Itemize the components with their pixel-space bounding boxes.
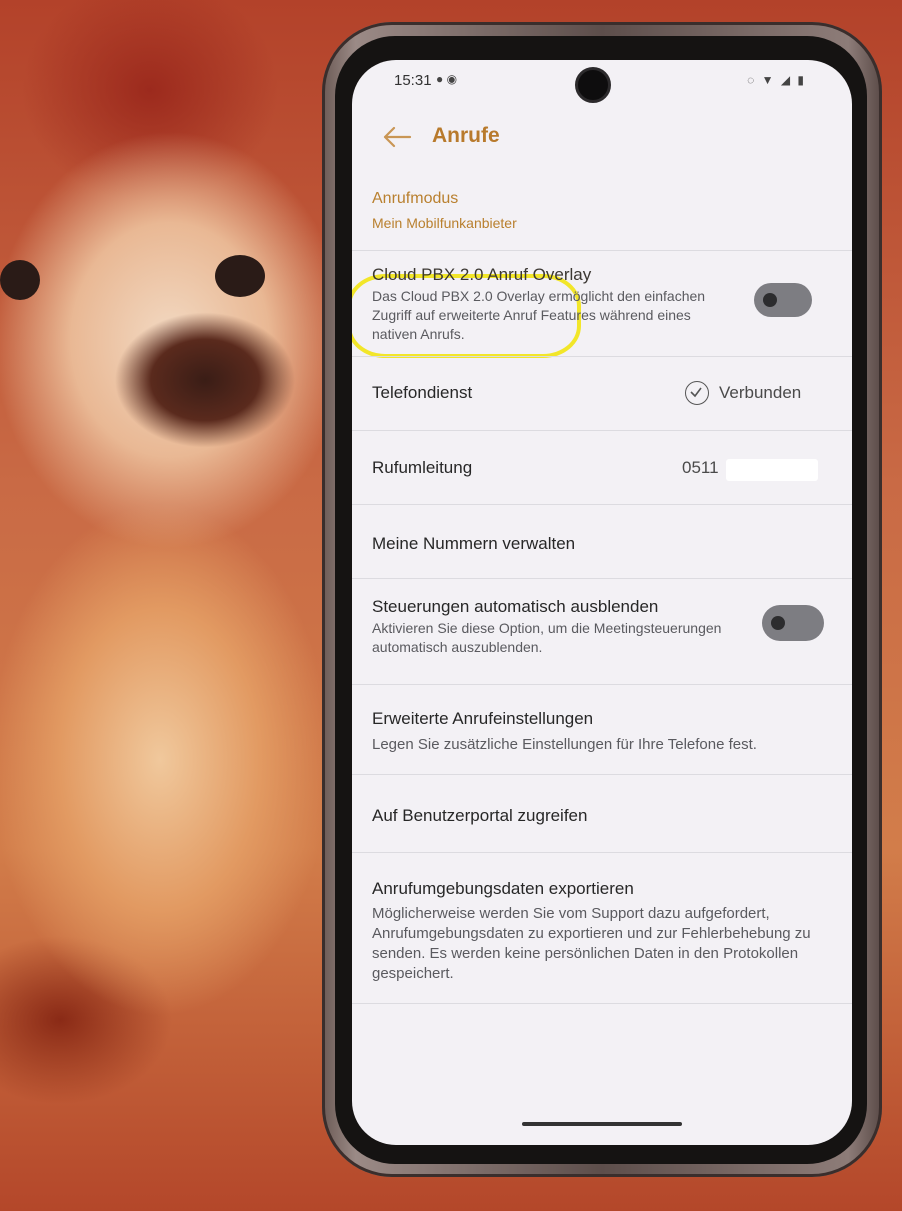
setting-overlay[interactable]: Cloud PBX 2.0 Anruf Overlay Das Cloud PB… bbox=[352, 251, 852, 357]
setting-portal[interactable]: Auf Benutzerportal zugreifen bbox=[352, 775, 852, 853]
setting-phone-service[interactable]: Telefondienst Verbunden bbox=[352, 357, 852, 431]
system-status-icons: ◌ ▼ ◢ ▮ bbox=[747, 73, 806, 87]
battery-icon: ▮ bbox=[797, 73, 806, 87]
setting-advanced[interactable]: Erweiterte Anrufeinstellungen Legen Sie … bbox=[352, 685, 852, 775]
call-mode-title: Anrufmodus bbox=[372, 190, 459, 207]
auto-hide-title: Steuerungen automatisch ausblenden bbox=[372, 597, 659, 616]
signal-icon: ◢ bbox=[780, 73, 793, 87]
setting-auto-hide[interactable]: Steuerungen automatisch ausblenden Aktiv… bbox=[352, 579, 852, 685]
page-title: Anrufe bbox=[432, 124, 500, 147]
auto-hide-toggle[interactable] bbox=[762, 605, 824, 641]
auto-hide-description: Aktivieren Sie diese Option, um die Meet… bbox=[372, 620, 722, 655]
dog-eye-right bbox=[215, 255, 265, 297]
overlay-description: Das Cloud PBX 2.0 Overlay ermöglicht den… bbox=[372, 288, 706, 342]
redaction-block bbox=[726, 459, 818, 481]
portal-title: Auf Benutzerportal zugreifen bbox=[372, 806, 588, 825]
setting-forwarding[interactable]: Rufumleitung 0511 bbox=[352, 431, 852, 505]
check-circle-icon bbox=[685, 381, 709, 405]
export-title: Anrufumgebungsdaten exportieren bbox=[372, 879, 634, 898]
front-camera bbox=[575, 67, 611, 103]
forwarding-number: 0511 bbox=[682, 458, 719, 477]
forwarding-title: Rufumleitung bbox=[372, 458, 473, 477]
status-time: 15:31 bbox=[394, 72, 432, 89]
export-description: Möglicherweise werden Sie vom Support da… bbox=[372, 905, 811, 982]
phone-service-title: Telefondienst bbox=[372, 383, 473, 402]
manage-numbers-title: Meine Nummern verwalten bbox=[372, 534, 576, 553]
call-mode-value: Mein Mobilfunkanbieter bbox=[372, 215, 517, 231]
setting-manage-numbers[interactable]: Meine Nummern verwalten bbox=[352, 505, 852, 579]
notification-icons: ● ◉ bbox=[436, 72, 458, 86]
phone-screen: 15:31 ● ◉ ◌ ▼ ◢ ▮ Anrufe Anrufmodus Mein… bbox=[352, 60, 852, 1145]
gesture-bar[interactable] bbox=[522, 1122, 682, 1126]
setting-call-mode[interactable]: Anrufmodus Mein Mobilfunkanbieter bbox=[352, 170, 852, 358]
phone-service-status: Verbunden bbox=[719, 383, 802, 402]
advanced-title: Erweiterte Anrufeinstellungen bbox=[372, 709, 594, 728]
toggle-knob bbox=[771, 616, 785, 630]
vibrate-icon: ◌ bbox=[747, 73, 757, 87]
back-arrow-icon[interactable] bbox=[380, 122, 414, 152]
overlay-title: Cloud PBX 2.0 Anruf Overlay bbox=[372, 265, 592, 284]
overlay-toggle[interactable] bbox=[754, 283, 812, 317]
dog-eye-left bbox=[0, 260, 40, 300]
wifi-icon: ▼ bbox=[761, 73, 776, 87]
toggle-knob bbox=[763, 293, 777, 307]
advanced-description: Legen Sie zusätzliche Einstellungen für … bbox=[372, 736, 757, 753]
setting-export[interactable]: Anrufumgebungsdaten exportieren Mögliche… bbox=[352, 853, 852, 1004]
app-bar: Anrufe bbox=[352, 110, 852, 166]
